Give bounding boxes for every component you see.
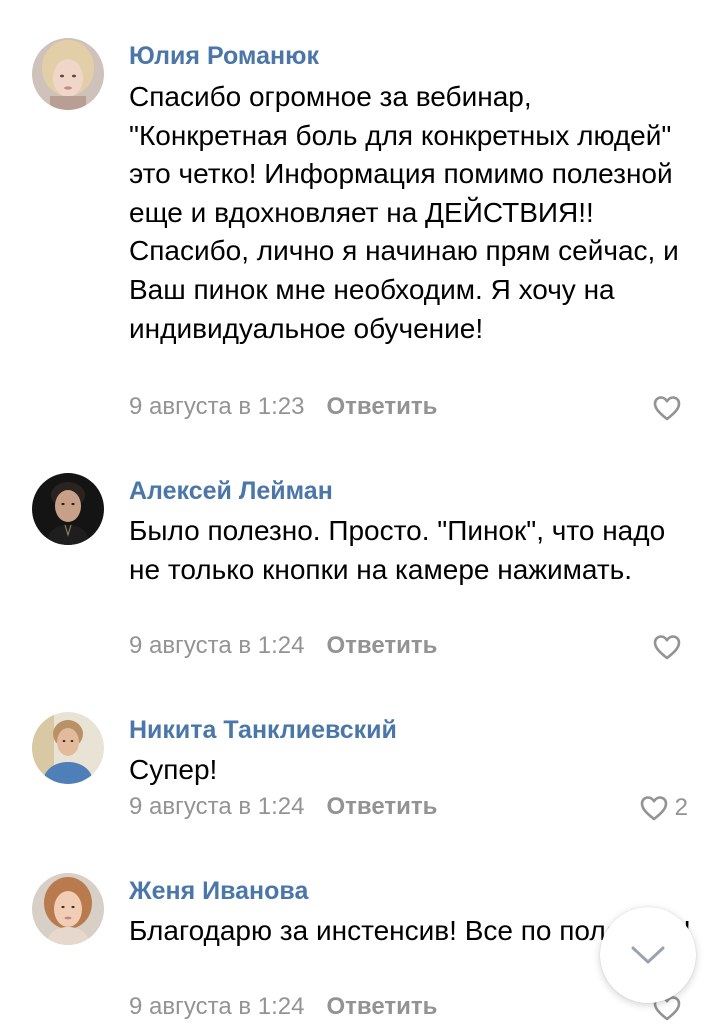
comment-author[interactable]: Женя Иванова xyxy=(129,877,308,906)
comment-text: Спасибо огромное за вебинар, "Конкретная… xyxy=(129,81,679,344)
comment-author[interactable]: Никита Танклиевский xyxy=(129,716,397,745)
reply-button[interactable]: Ответить xyxy=(326,393,437,420)
comment-meta: 9 августа в 1:23 Ответить xyxy=(129,393,437,421)
comment-meta: 9 августа в 1:24 Ответить xyxy=(129,993,437,1021)
comments-page: Юлия Романюк Спасибо огромное за вебинар… xyxy=(0,0,720,1026)
chevron-down-icon xyxy=(630,944,666,966)
avatar[interactable] xyxy=(32,873,104,945)
avatar[interactable] xyxy=(32,473,104,545)
comment-text: Было полезно. Просто. "Пинок", что надо … xyxy=(129,515,666,585)
comment-meta: 9 августа в 1:24 Ответить xyxy=(129,632,437,660)
avatar[interactable] xyxy=(32,38,104,110)
heart-outline-icon xyxy=(652,394,682,422)
comment-author[interactable]: Алексей Лейман xyxy=(129,477,333,506)
comment-date: 9 августа в 1:24 xyxy=(129,632,305,659)
comment-text: Супер! xyxy=(129,754,218,785)
comment-date: 9 августа в 1:23 xyxy=(129,393,305,420)
scroll-down-button[interactable] xyxy=(600,907,696,1003)
reply-button[interactable]: Ответить xyxy=(326,993,437,1020)
reply-button[interactable]: Ответить xyxy=(326,793,437,820)
comment-date: 9 августа в 1:24 xyxy=(129,793,305,820)
reply-button[interactable]: Ответить xyxy=(326,632,437,659)
comment-meta: 9 августа в 1:24 Ответить xyxy=(129,793,437,821)
heart-outline-icon xyxy=(639,794,669,822)
comment-author[interactable]: Юлия Романюк xyxy=(129,42,319,71)
heart-outline-icon xyxy=(652,633,682,661)
like-button[interactable] xyxy=(652,394,688,422)
like-button[interactable] xyxy=(652,633,688,661)
comment-date: 9 августа в 1:24 xyxy=(129,993,305,1020)
like-button[interactable]: 2 xyxy=(639,794,688,822)
avatar[interactable] xyxy=(32,712,104,784)
like-count: 2 xyxy=(674,794,688,821)
